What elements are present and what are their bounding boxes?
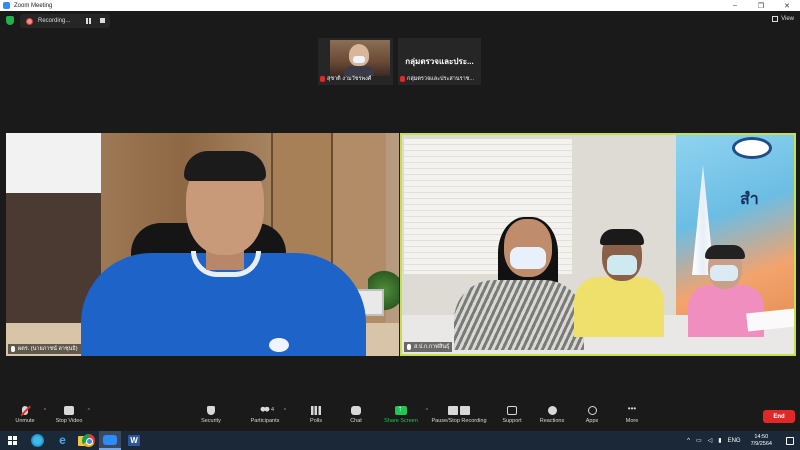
network-icon[interactable]: ▭ (696, 437, 702, 444)
unmute-button[interactable]: Unmute ^ (0, 406, 50, 424)
windows-taskbar: e W ^ ▭ ◁ ▮ ENG 14:50 7/9/2564 (0, 431, 800, 450)
unmute-label: Unmute (15, 418, 35, 424)
notifications-icon[interactable] (786, 436, 794, 445)
participant-thumbnail[interactable]: กลุ่มตรวจและประ... กลุ่มตรวจและประสานราช… (398, 38, 481, 85)
video-participant-name: ส.ป.ก.กาฬสินธุ์ (414, 344, 450, 350)
video-camera-icon (64, 406, 74, 415)
participants-count: 4 (271, 407, 275, 413)
participants-button[interactable]: 4 Participants ^ (240, 406, 290, 424)
minimize-button[interactable]: – (722, 0, 748, 11)
view-label: View (781, 16, 794, 22)
mic-icon (407, 344, 411, 350)
clock-time: 14:50 (754, 433, 769, 440)
volume-icon[interactable]: ◁ (708, 437, 713, 444)
pause-stop-recording-icon (448, 406, 470, 415)
more-dots-icon: ••• (627, 404, 637, 413)
pause-recording-icon[interactable] (86, 18, 92, 24)
meeting-toolbar: Unmute ^ Stop Video ^ Security 4 Partici… (0, 401, 800, 431)
video-name-tag: ผตร. (นายภาชน์ ลาชุนธิ) (8, 344, 81, 354)
end-meeting-button[interactable]: End (763, 410, 795, 423)
participant-name: สุชาติ งามวัชรพงศ์ (327, 76, 372, 82)
zoom-window: Zoom Meeting – ❐ ✕ Recording... View สุช… (0, 0, 800, 450)
more-button[interactable]: ••• More (607, 404, 657, 425)
recording-label: Recording... (38, 18, 71, 24)
stop-recording-icon[interactable] (100, 18, 105, 23)
system-tray: ^ ▭ ◁ ▮ ENG 14:50 7/9/2564 (687, 431, 800, 450)
face-mask (710, 265, 738, 281)
edge-browser-icon[interactable] (31, 434, 44, 447)
security-button[interactable]: Security (186, 406, 236, 424)
face-mask (510, 247, 546, 269)
video-participant-name: ผตร. (นายภาชน์ ลาชุนธิ) (18, 346, 78, 352)
internet-explorer-icon[interactable]: e (56, 434, 69, 447)
video-tile-right-active-speaker[interactable]: สำ ส.ป.ก.กาฬสินธุ์ (400, 133, 796, 356)
participants-icon (260, 406, 270, 415)
window-controls: – ❐ ✕ (722, 0, 800, 11)
security-shield-icon (207, 406, 215, 415)
chat-bubble-icon (351, 406, 361, 415)
mic-muted-icon (320, 76, 325, 82)
mic-icon (11, 346, 15, 352)
poster-emblem (732, 137, 772, 159)
video-options-caret-icon[interactable]: ^ (88, 408, 90, 414)
title-bar: Zoom Meeting – ❐ ✕ (0, 0, 800, 11)
person-hair (705, 245, 745, 259)
participant-name: กลุ่มตรวจและประสานราช... (407, 76, 474, 82)
participants-caret-icon[interactable]: ^ (284, 408, 286, 414)
close-button[interactable]: ✕ (774, 0, 800, 11)
person-body (574, 277, 664, 337)
zoom-app-icon (3, 2, 10, 9)
participants-label: Participants (250, 418, 280, 424)
recording-indicator: Recording... (20, 14, 110, 28)
participant-thumbnail[interactable]: สุชาติ งามวัชรพงศ์ (318, 38, 393, 85)
tray-overflow-icon[interactable]: ^ (687, 438, 690, 444)
share-screen-icon (395, 404, 407, 415)
grid-view-icon (772, 16, 779, 22)
share-screen-label: Share Screen (384, 418, 418, 424)
meeting-top-strip: Recording... View (0, 11, 800, 33)
windows-start-icon[interactable] (8, 436, 17, 445)
video-tile-left[interactable]: ผตร. (นายภาชน์ ลาชุนธิ) (6, 133, 399, 356)
face-mask (607, 255, 637, 275)
participant-display-name: กลุ่มตรวจและประ... (405, 57, 474, 66)
participant-name-tag: กลุ่มตรวจและประสานราช... (400, 75, 474, 83)
participant-name-tag: สุชาติ งามวัชรพงศ์ (320, 75, 371, 83)
word-app-icon[interactable]: W (128, 435, 140, 446)
clock-date: 7/9/2564 (750, 440, 772, 447)
stop-video-button[interactable]: Stop Video ^ (44, 406, 94, 424)
encryption-shield-icon[interactable] (6, 16, 14, 25)
recording-control-label: Pause/Stop Recording (431, 418, 487, 424)
person-body (454, 280, 584, 350)
window-light (6, 133, 101, 193)
emoji-reaction-icon (547, 406, 557, 415)
security-label: Security (201, 418, 221, 424)
polls-icon (311, 406, 321, 415)
person-hair (600, 229, 644, 245)
recording-cloud-icon (26, 17, 33, 25)
battery-icon[interactable]: ▮ (718, 437, 721, 444)
mic-muted-icon (400, 76, 405, 82)
restore-button[interactable]: ❐ (748, 0, 774, 11)
zoom-taskbar-icon[interactable] (103, 435, 117, 445)
stop-video-label: Stop Video (55, 418, 83, 424)
view-button[interactable]: View (772, 16, 794, 22)
microphone-muted-icon (22, 406, 28, 415)
shirt-logo (269, 338, 289, 352)
chat-button[interactable]: Chat (331, 406, 381, 424)
language-indicator[interactable]: ENG (728, 438, 741, 444)
system-clock[interactable]: 14:50 7/9/2564 (751, 434, 772, 448)
more-label: More (625, 418, 639, 424)
share-screen-button[interactable]: Share Screen ^ (376, 404, 428, 424)
support-icon (507, 406, 517, 415)
apps-icon (587, 406, 597, 415)
chat-label: Chat (350, 418, 362, 424)
face-mask (353, 56, 365, 63)
hair (184, 151, 266, 181)
poster-text: สำ (740, 191, 759, 208)
pause-stop-recording-button[interactable]: Pause/Stop Recording (427, 406, 491, 424)
chrome-browser-icon[interactable] (82, 434, 95, 447)
video-name-tag: ส.ป.ก.กาฬสินธุ์ (404, 342, 453, 352)
window-title: Zoom Meeting (14, 2, 53, 9)
